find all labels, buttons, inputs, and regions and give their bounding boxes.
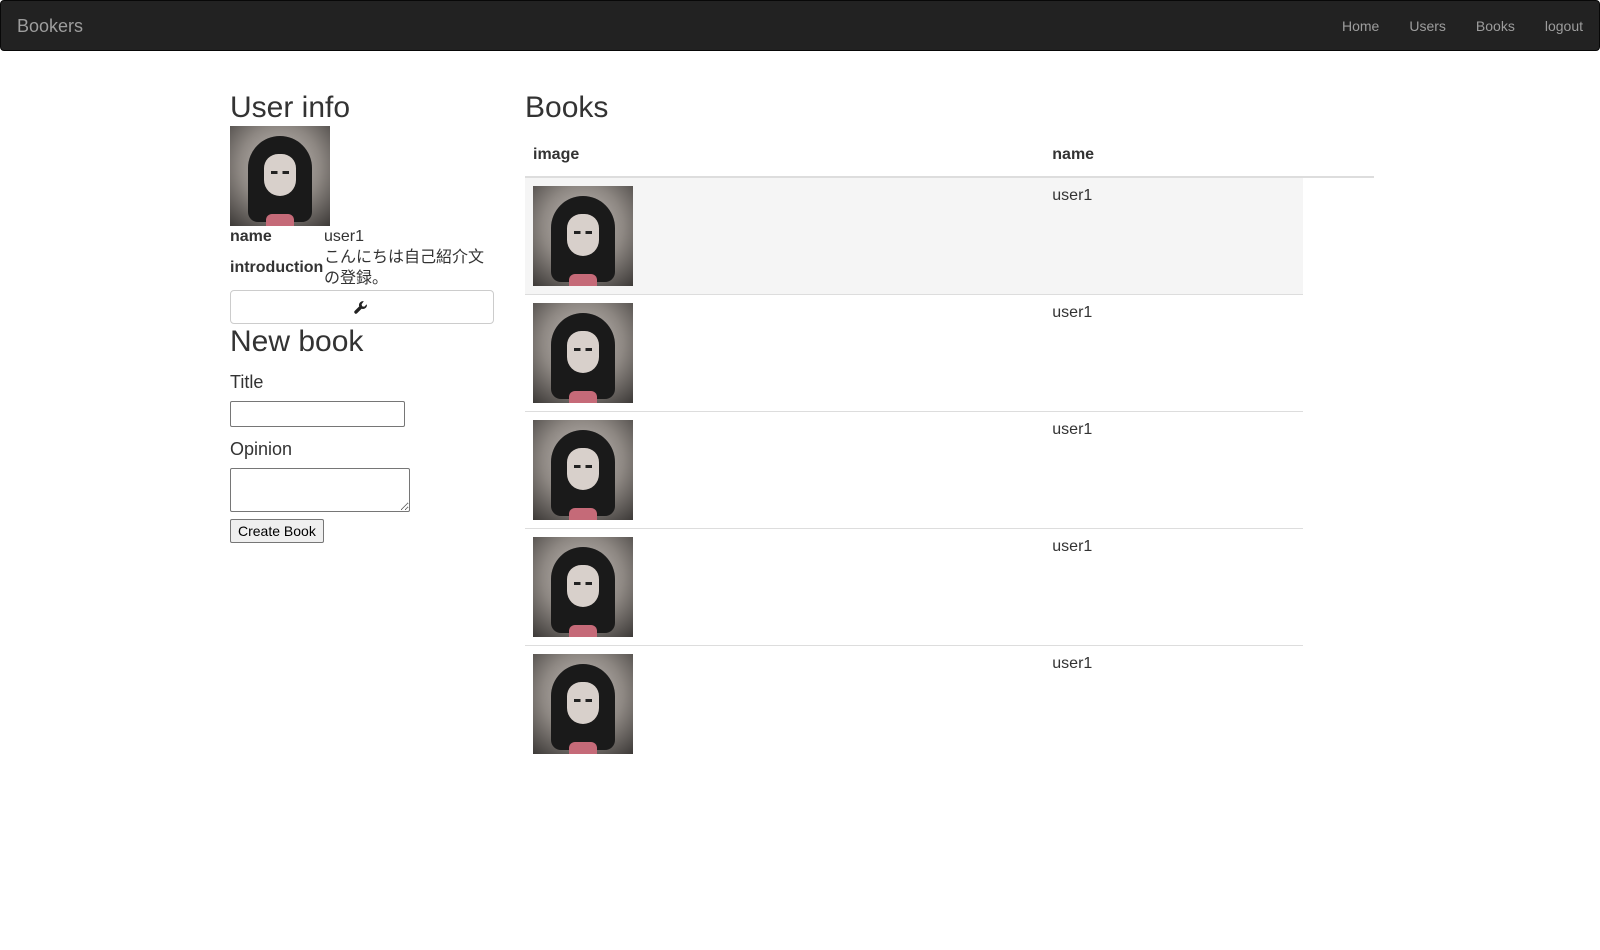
wrench-icon [354,301,367,314]
book-cover-eyes [574,582,592,585]
table-row: user1 [525,294,1374,412]
books-heading: Books [525,91,609,124]
books-table: image name user1 user1 user1 user1 user1 [525,138,1374,762]
left-column: User info name user1 introduction こんにちは自… [230,90,495,543]
edit-profile-button[interactable] [230,290,494,324]
user-avatar [230,126,330,226]
column-header-spacer [1303,138,1374,178]
user-name-row: name user1 [230,226,495,247]
avatar-shirt [266,214,294,226]
book-name-cell: user1 [1044,294,1303,412]
books-table-header: image name [525,138,1374,178]
introduction-value: こんにちは自己紹介文の登録。 [323,249,484,287]
book-cover-image[interactable] [533,654,633,754]
book-cover-eyes [574,348,592,351]
column-header-name: name [1044,138,1303,178]
user-info-heading: User info [230,91,351,124]
book-cover-shirt [569,625,597,637]
book-cover-eyes [574,699,592,702]
column-header-image: image [525,138,1045,178]
table-row: user1 [525,177,1374,295]
user-introduction-row: introduction こんにちは自己紹介文の登録。 [230,247,495,289]
book-cover-shirt [569,508,597,520]
nav-users-link[interactable]: Users [1409,18,1446,34]
new-book-heading: New book [230,325,364,358]
opinion-label: Opinion [230,439,293,459]
table-row: user1 [525,528,1374,646]
nav-books-link[interactable]: Books [1476,18,1515,34]
row-spacer [1303,411,1374,529]
user-info-table: name user1 introduction こんにちは自己紹介文の登録。 [230,226,495,289]
book-cover-image[interactable] [533,420,633,520]
book-name-cell: user1 [1044,645,1303,762]
avatar-eyes [271,171,289,174]
book-cover-image[interactable] [533,186,633,286]
title-label: Title [230,372,264,392]
nav-logout-link[interactable]: logout [1545,18,1583,34]
title-input[interactable] [230,401,405,427]
book-image-cell [525,411,1045,529]
book-image-cell [525,528,1045,646]
navbar: Bookers Home Users Books logout [0,0,1600,51]
book-cover-image[interactable] [533,537,633,637]
table-row: user1 [525,645,1374,762]
introduction-label: introduction [230,259,324,276]
book-name-cell: user1 [1044,528,1303,646]
book-image-cell [525,294,1045,412]
book-image-cell [525,177,1045,295]
book-name-cell: user1 [1044,411,1303,529]
book-cover-eyes [574,465,592,468]
row-spacer [1303,294,1374,412]
opinion-textarea[interactable] [230,468,410,512]
book-image-cell [525,645,1045,762]
book-cover-shirt [569,391,597,403]
main-nav: Home Users Books logout [1342,18,1583,34]
create-book-button[interactable]: Create Book [230,519,324,543]
book-cover-eyes [574,231,592,234]
row-spacer [1303,645,1374,762]
book-cover-image[interactable] [533,303,633,403]
table-row: user1 [525,411,1374,529]
book-cover-shirt [569,274,597,286]
name-value: user1 [323,228,365,245]
right-column: Books image name user1 user1 user1 user1… [525,90,1374,762]
book-name-cell: user1 [1044,177,1303,295]
row-spacer [1303,177,1374,295]
brand-link[interactable]: Bookers [17,16,83,37]
row-spacer [1303,528,1374,646]
book-cover-shirt [569,742,597,754]
nav-home-link[interactable]: Home [1342,18,1379,34]
name-label: name [230,227,272,245]
